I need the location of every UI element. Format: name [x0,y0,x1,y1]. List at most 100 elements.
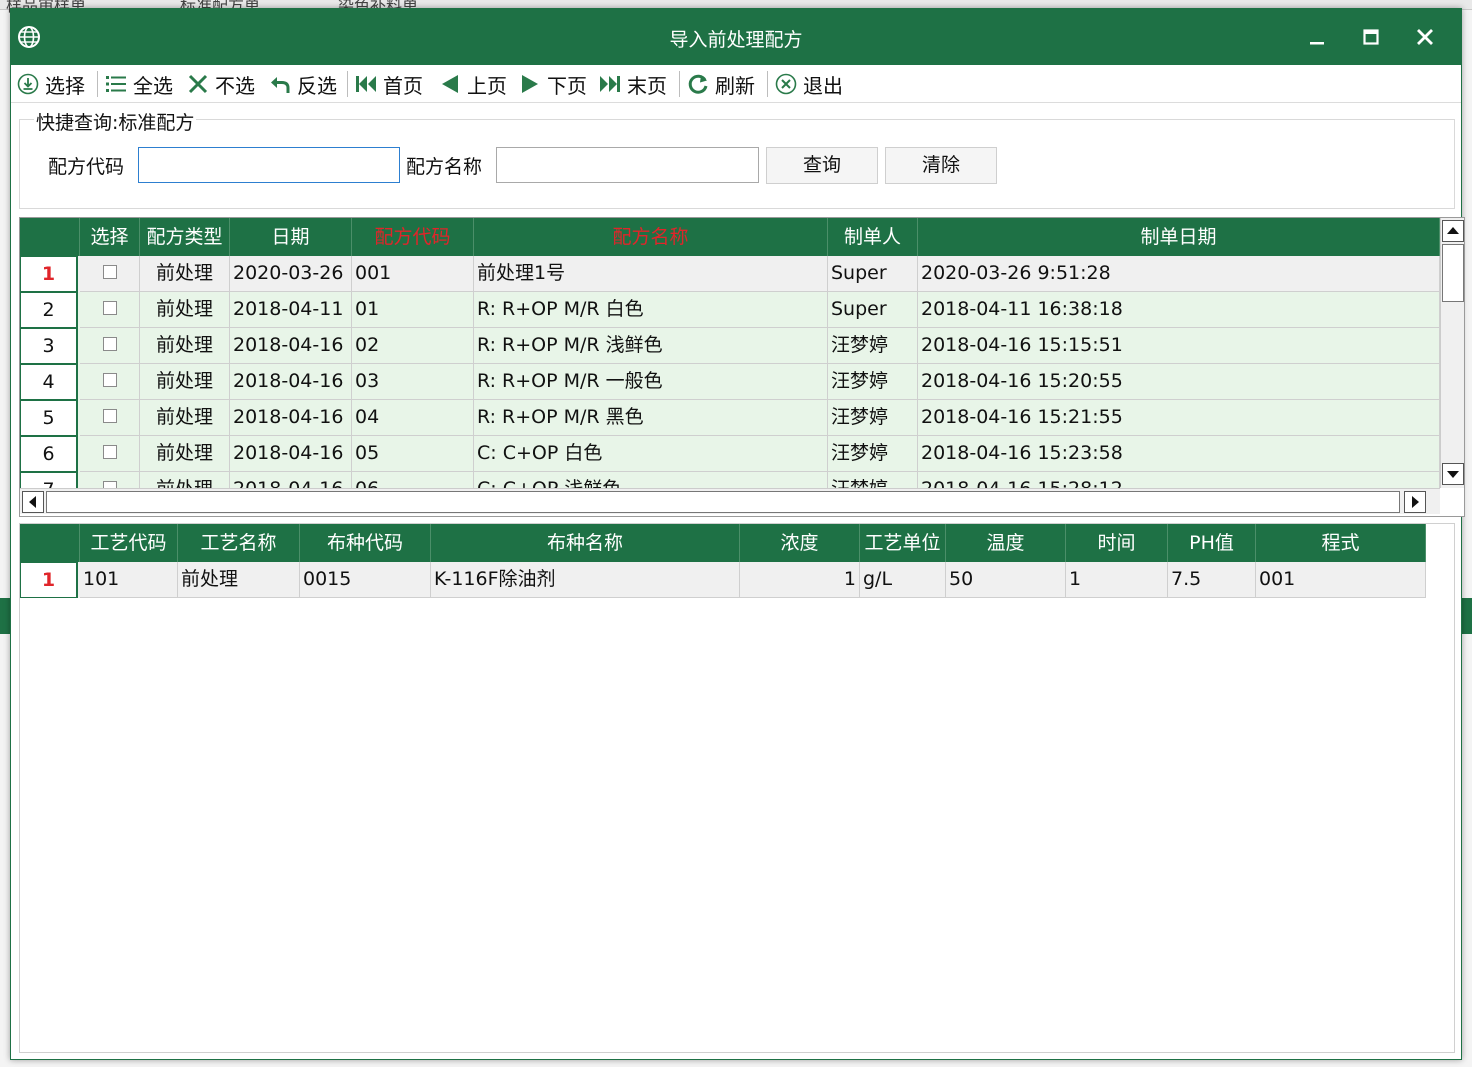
row-number[interactable]: 4 [20,364,78,400]
scroll-left-icon [29,496,36,508]
scroll-up-icon [1447,227,1459,234]
made-at-cell: 2018-04-16 15:20:55 [918,364,1440,400]
scroll-right-button[interactable] [1404,491,1426,513]
maximize-button[interactable] [1351,21,1391,53]
recipe-name-input[interactable] [496,147,759,183]
window-title: 导入前处理配方 [669,29,803,51]
horizontal-scroll-thumb[interactable] [46,491,1400,513]
header-cloth-code[interactable]: 布种代码 [300,524,431,562]
recipe-table: 选择 配方类型 日期 配方代码 配方名称 制单人 制单日期 1 前处理 2020-0… [19,217,1465,517]
header-date[interactable]: 日期 [230,218,352,256]
header-concentration[interactable]: 浓度 [740,524,860,562]
recipe-name-cell: R: R+OP M/R 浅鲜色 [474,328,828,364]
table-row[interactable]: 4 前处理 2018-04-16 03 R: R+OP M/R 一般色 汪梦婷 2018-0… [20,364,1440,400]
unselect-button[interactable]: 不选 [187,70,255,98]
made-at-cell: 2018-04-11 16:38:18 [918,292,1440,328]
header-select[interactable]: 选择 [80,218,140,256]
header-process-name[interactable]: 工艺名称 [178,524,300,562]
last-page-button[interactable]: 末页 [599,70,667,98]
recipe-type-cell: 前处理 [140,256,230,292]
scroll-down-button[interactable] [1442,463,1464,485]
horizontal-scrollbar[interactable] [20,488,1440,514]
recipe-type-cell: 前处理 [140,292,230,328]
refresh-button[interactable]: 刷新 [687,70,755,98]
header-recipe-name[interactable]: 配方名称 [474,218,828,256]
vertical-scrollbar[interactable] [1440,218,1464,488]
first-page-icon [356,76,376,92]
header-time[interactable]: 时间 [1066,524,1168,562]
header-temperature[interactable]: 温度 [946,524,1066,562]
select-all-button[interactable]: 全选 [105,70,173,98]
date-cell: 2018-04-16 [230,400,352,436]
exit-button[interactable]: 退出 [775,70,843,98]
minimize-button[interactable] [1297,21,1337,53]
prev-page-button[interactable]: 上页 [439,70,507,98]
table-row[interactable]: 5 前处理 2018-04-16 04 R: R+OP M/R 黑色 汪梦婷 2018-04… [20,400,1440,436]
select-button[interactable]: 选择 [17,70,85,98]
clear-button[interactable]: 清除 [885,147,997,184]
row-checkbox[interactable] [102,372,117,387]
row-number[interactable]: 1 [20,562,78,598]
first-page-button[interactable]: 首页 [355,70,423,98]
recipe-code-cell: 05 [352,436,474,472]
row-number[interactable]: 1 [20,256,78,292]
close-button[interactable] [1405,21,1445,53]
header-program[interactable]: 程式 [1256,524,1426,562]
detail-table-header: 工艺代码 工艺名称 布种代码 布种名称 浓度 工艺单位 温度 时间 PH值 程式 [20,524,1426,562]
header-made-at[interactable]: 制单日期 [918,218,1440,256]
select-cell[interactable] [80,364,140,400]
toolbar-separator [679,71,680,97]
select-cell[interactable] [80,292,140,328]
maker-cell: 汪梦婷 [828,364,918,400]
row-number[interactable]: 2 [20,292,78,328]
select-cell[interactable] [80,256,140,292]
header-recipe-type[interactable]: 配方类型 [140,218,230,256]
minimize-icon [1310,42,1324,45]
invert-selection-button[interactable]: 反选 [269,70,337,98]
select-cell[interactable] [80,436,140,472]
scroll-left-button[interactable] [22,491,44,513]
row-number[interactable]: 6 [20,436,78,472]
scroll-down-icon [1447,471,1459,478]
scroll-up-button[interactable] [1442,220,1464,242]
row-checkbox[interactable] [102,336,117,351]
close-circle-icon [775,73,797,95]
table-row[interactable]: 6 前处理 2018-04-16 05 C: C+OP 白色 汪梦婷 2018-04-16 … [20,436,1440,472]
table-row[interactable]: 2 前处理 2018-04-11 01 R: R+OP M/R 白色 Super 2018-… [20,292,1440,328]
header-process-code[interactable]: 工艺代码 [80,524,178,562]
toolbar-separator [97,71,98,97]
header-process-unit[interactable]: 工艺单位 [860,524,946,562]
table-row[interactable]: 3 前处理 2018-04-16 02 R: R+OP M/R 浅鲜色 汪梦婷 2018-0… [20,328,1440,364]
select-all-label: 全选 [133,73,173,98]
header-maker[interactable]: 制单人 [828,218,918,256]
table-row[interactable]: 1 前处理 2020-03-26 001 前处理1号 Super 2020-03-26 9:… [20,256,1440,292]
recipe-code-cell: 04 [352,400,474,436]
recipe-code-cell: 001 [352,256,474,292]
header-recipe-code[interactable]: 配方代码 [352,218,474,256]
vertical-scroll-thumb[interactable] [1442,244,1464,302]
table-row[interactable]: 1 101 前处理 0015 K-116F除油剂 1 g/L 50 1 7.5 001 [20,562,1426,598]
row-number[interactable]: 5 [20,400,78,436]
triangle-right-icon [522,75,538,93]
recipe-name-label: 配方名称 [406,156,483,178]
maker-cell: 汪梦婷 [828,328,918,364]
recipe-type-cell: 前处理 [140,436,230,472]
header-ph[interactable]: PH值 [1168,524,1256,562]
next-page-button[interactable]: 下页 [519,70,587,98]
select-cell[interactable] [80,328,140,364]
refresh-label: 刷新 [715,73,755,98]
title-bar[interactable]: 导入前处理配方 [11,9,1461,65]
select-cell[interactable] [80,400,140,436]
row-checkbox[interactable] [102,264,117,279]
date-cell: 2018-04-16 [230,364,352,400]
ph-cell: 7.5 [1168,562,1256,598]
row-checkbox[interactable] [102,408,117,423]
row-checkbox[interactable] [102,300,117,315]
row-checkbox[interactable] [102,444,117,459]
download-circle-icon [17,73,39,95]
recipe-code-input[interactable] [138,147,400,183]
maximize-icon [1363,29,1379,45]
row-number[interactable]: 3 [20,328,78,364]
query-button[interactable]: 查询 [766,147,878,184]
header-cloth-name[interactable]: 布种名称 [431,524,740,562]
